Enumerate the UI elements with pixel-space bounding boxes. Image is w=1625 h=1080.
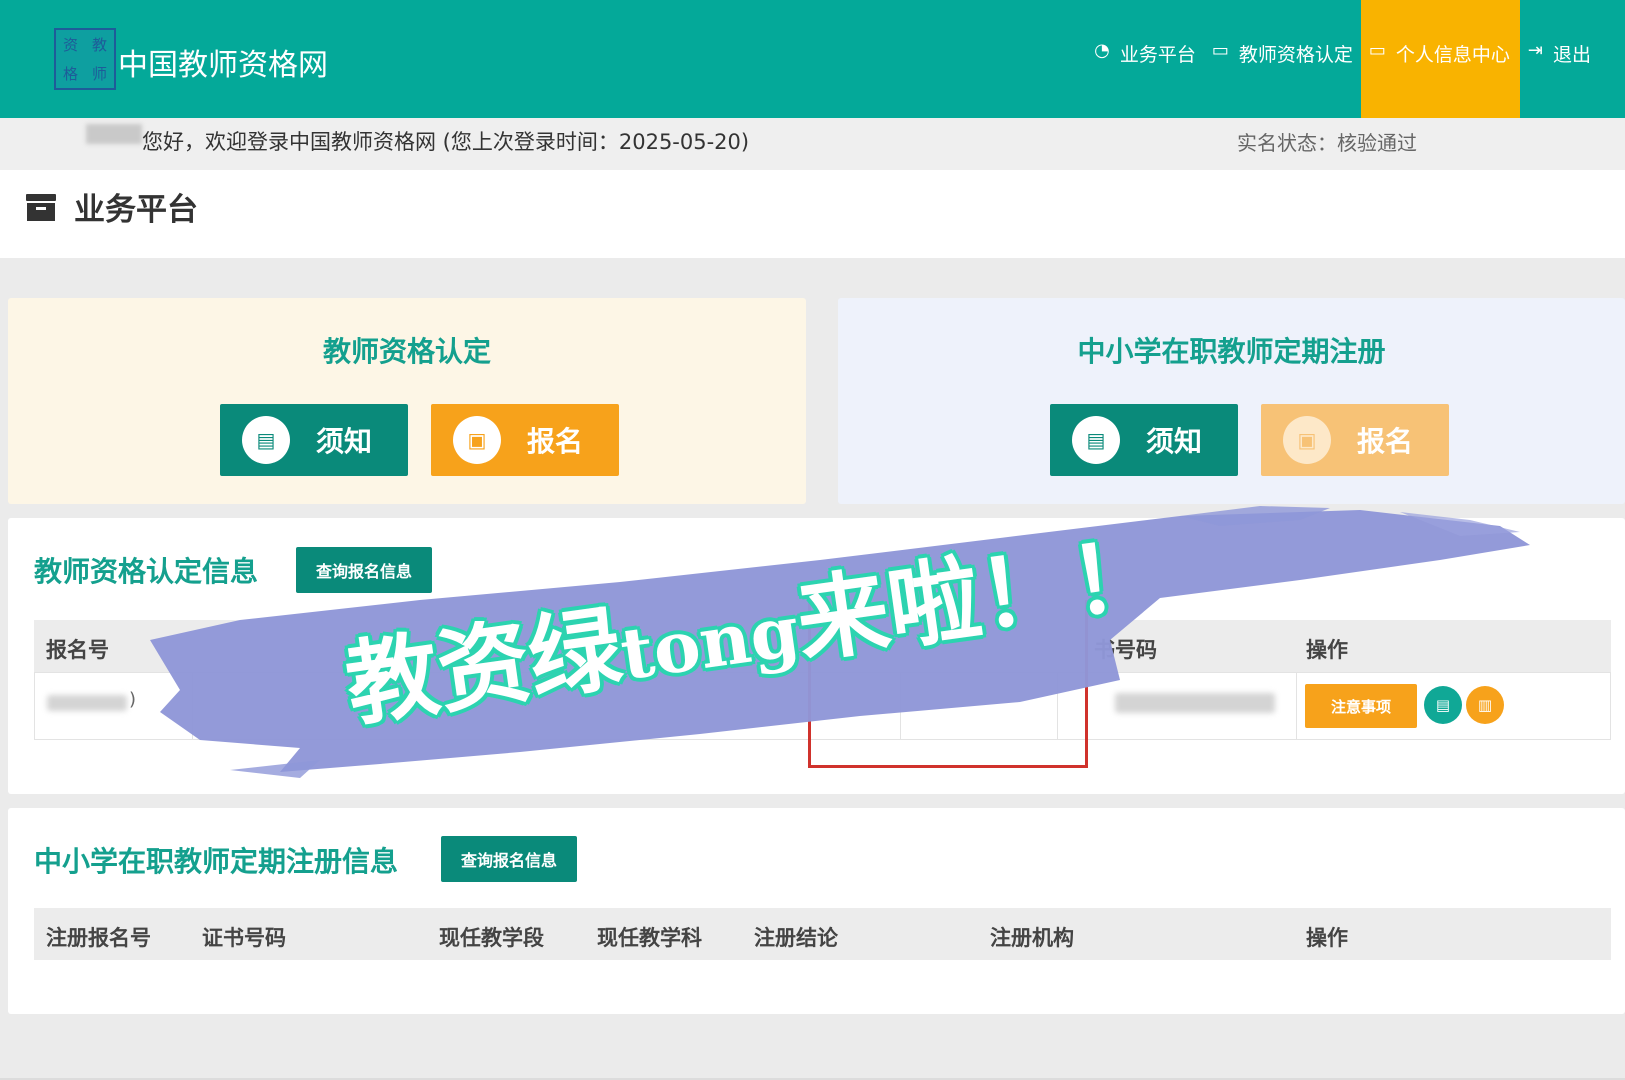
archive-icon: [26, 194, 56, 221]
teacher-cert-panel: 教师资格认定 ▤ 须知 ▣ 报名: [8, 298, 806, 504]
column-header: 证书号码: [202, 926, 286, 950]
logo-char: 教: [91, 36, 107, 54]
realname-status: 实名状态：核验通过: [1237, 131, 1417, 155]
site-name[interactable]: 中国教师资格网: [118, 40, 328, 84]
logout-icon: ⇥: [1527, 40, 1543, 61]
button-label: 须知: [1146, 425, 1203, 458]
top-nav: ◔ 业务平台 ▭ 教师资格认定 ▭ 个人信息中心 ⇥ 退出: [1086, 0, 1625, 118]
welcome-text: 您好，欢迎登录中国教师资格网 (您上次登录时间：2025-05-20): [142, 130, 750, 154]
nav-label: 退出: [1552, 44, 1591, 66]
panel-title: 教师资格认定: [322, 335, 491, 368]
dashboard-icon: ◔: [1094, 40, 1110, 61]
laptop-icon: ▭: [1211, 40, 1229, 61]
top-header: 资 教 格 师 中国教师资格网 ◔ 业务平台 ▭ 教师资格认定 ▭ 个人信息中心…: [0, 0, 1625, 118]
register-notice-button[interactable]: ▤ 须知: [1050, 404, 1238, 476]
nav-logout[interactable]: ⇥ 退出: [1520, 0, 1625, 118]
register-table-header: 注册报名号 证书号码 现任教学段 现任教学科 注册结论 注册机构 操作: [34, 908, 1611, 960]
periodic-register-panel: 中小学在职教师定期注册 ▤ 须知 ▣ 报名: [838, 298, 1625, 504]
notice-matters-button[interactable]: 注意事项: [1305, 684, 1417, 728]
register-signup-button[interactable]: ▣ 报名: [1261, 404, 1449, 476]
nav-label: 个人信息中心: [1395, 44, 1510, 66]
button-label: 报名: [1357, 425, 1414, 458]
column-header: 注册结论: [754, 926, 838, 950]
column-header: 报名号: [46, 638, 109, 662]
column-header: 注册机构: [990, 926, 1074, 950]
panel-title: 中小学在职教师定期注册: [1077, 335, 1386, 368]
clipboard-icon: ▣: [453, 416, 501, 464]
id-card-icon: ▤: [242, 416, 290, 464]
register-info-title: 中小学在职教师定期注册信息: [34, 845, 399, 878]
column-header: 现任教学科: [597, 926, 702, 950]
button-label: 须知: [316, 425, 373, 458]
cert-notice-button[interactable]: ▤ 须知: [220, 404, 408, 476]
blurred-cert-no: [1115, 693, 1275, 713]
laptop-icon: ▭: [1368, 40, 1386, 61]
column-header: 操作: [1306, 638, 1348, 662]
cert-query-button[interactable]: 查询报名信息: [296, 547, 433, 593]
blurred-username: [86, 124, 142, 144]
clipboard-icon: ▣: [1283, 416, 1331, 464]
cert-signup-button[interactable]: ▣ 报名: [431, 404, 619, 476]
nav-personal-center[interactable]: ▭ 个人信息中心: [1360, 0, 1520, 118]
nav-teacher-cert[interactable]: ▭ 教师资格认定: [1204, 0, 1361, 118]
id-card-icon: ▤: [1072, 416, 1120, 464]
page-title-bar: [0, 170, 1625, 258]
register-query-button[interactable]: 查询报名信息: [441, 836, 578, 882]
column-header: 操作: [1306, 926, 1348, 950]
column-header: 注册报名号: [46, 926, 151, 950]
view-detail-icon[interactable]: ▤: [1424, 686, 1462, 724]
site-logo[interactable]: 资 教 格 师: [54, 28, 116, 90]
button-label: 报名: [527, 425, 584, 458]
cert-info-title: 教师资格认定信息: [34, 555, 259, 588]
column-header: 现任教学段: [439, 926, 544, 950]
nav-label: 业务平台: [1119, 44, 1196, 66]
blurred-reg-no: [47, 695, 127, 711]
overlay-text-part: tong: [615, 588, 805, 697]
logo-char: 师: [91, 65, 107, 83]
logo-char: 资: [62, 36, 78, 54]
reg-no-fragment: ): [129, 689, 137, 710]
document-icon[interactable]: ▥: [1466, 686, 1504, 724]
nav-business-platform[interactable]: ◔ 业务平台: [1086, 0, 1204, 118]
nav-label: 教师资格认定: [1238, 44, 1353, 66]
logo-char: 格: [62, 65, 78, 83]
page-title: 业务平台: [74, 192, 198, 228]
